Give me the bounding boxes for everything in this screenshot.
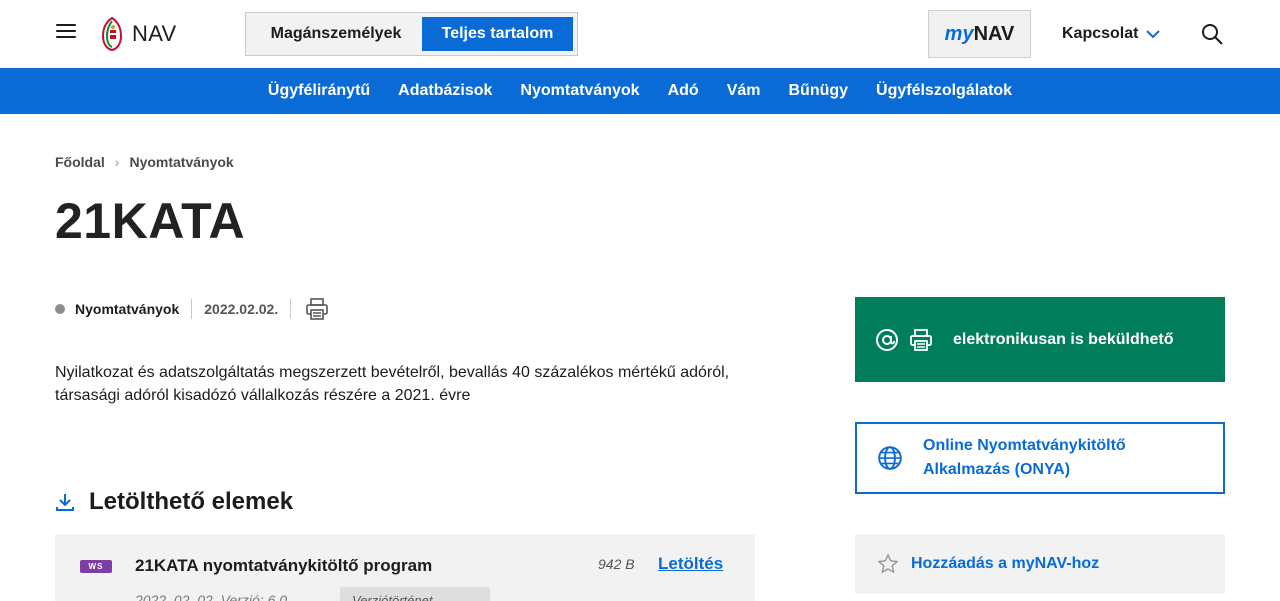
download-name: 21KATA nyomtatványkitöltő program [135, 556, 433, 575]
onya-line1: Online Nyomtatványkitöltő [923, 437, 1126, 454]
nav-vam[interactable]: Vám [727, 82, 761, 100]
electronic-submission-text: elektronikusan is beküldhető [953, 330, 1174, 348]
nav-bunugy[interactable]: Bűnügy [788, 82, 848, 100]
download-version: 2022. 02. 02. Verzió: 6.0 [135, 592, 288, 601]
audience-full-button[interactable]: Teljes tartalom [422, 17, 573, 51]
category-dot-icon [55, 304, 65, 314]
downloads-heading: Letölthető elemek [55, 488, 293, 516]
search-icon[interactable] [1200, 22, 1224, 46]
download-item: WS 21KATA nyomtatványkitöltő program 942… [55, 534, 755, 601]
nav-ugyfelszolgalatok[interactable]: Ügyfélszolgálatok [876, 82, 1012, 100]
downloads-title: Letölthető elemek [89, 488, 294, 515]
page-title: 21KATA [55, 193, 246, 249]
print-icon [910, 328, 932, 351]
breadcrumb-current[interactable]: Nyomtatványok [129, 154, 233, 170]
mynav-nav-text: NAV [973, 22, 1015, 45]
menu-icon[interactable] [56, 24, 76, 44]
nav-ado[interactable]: Adó [668, 82, 699, 100]
chevron-right-icon: › [114, 154, 120, 170]
mynav-my-text: my [944, 22, 974, 45]
onya-line2: Alkalmazás (ONYA) [923, 461, 1071, 478]
meta-divider [191, 299, 193, 319]
breadcrumb: Főoldal › Nyomtatványok [55, 154, 234, 170]
form-description: Nyilatkozat és adatszolgáltatás megszerz… [55, 364, 730, 404]
audience-switch: Magánszemélyek Teljes tartalom [245, 12, 578, 56]
chevron-down-icon [1146, 30, 1161, 39]
audience-private-button[interactable]: Magánszemélyek [250, 17, 422, 51]
publish-date: 2022.02.02. [204, 301, 279, 317]
site-header: NAV Magánszemélyek Teljes tartalom my NAV… [0, 0, 1280, 68]
download-icon [56, 494, 74, 511]
mynav-button[interactable]: my NAV [928, 10, 1031, 58]
at-sign-icon [876, 328, 898, 351]
nav-ugyfeliranytu[interactable]: Ügyféliránytű [268, 82, 370, 100]
page-meta: Nyomtatványok 2022.02.02. [55, 296, 329, 322]
meta-divider [290, 299, 292, 319]
contact-label: Kapcsolat [1062, 25, 1139, 42]
electronic-submission-box: elektronikusan is beküldhető [855, 297, 1225, 382]
logo-text: NAV [132, 21, 177, 46]
nav-logo[interactable]: NAV [100, 16, 177, 52]
star-icon [878, 554, 898, 573]
onya-link[interactable]: Online Nyomtatványkitöltő Alkalmazás (ON… [855, 422, 1225, 494]
version-history-button[interactable]: Verziótörténet [340, 587, 490, 601]
coat-of-arms-icon [101, 16, 123, 52]
ws-badge: WS [80, 560, 112, 573]
breadcrumb-home[interactable]: Főoldal [55, 154, 105, 170]
contact-dropdown[interactable]: Kapcsolat [1062, 22, 1161, 46]
add-to-mynav-label: Hozzáadás a myNAV-hoz [911, 555, 1100, 572]
main-navigation: Ügyféliránytű Adatbázisok Nyomtatványok … [0, 68, 1280, 114]
globe-icon [878, 446, 902, 470]
download-link[interactable]: Letöltés [658, 554, 723, 574]
category-label: Nyomtatványok [75, 301, 180, 317]
nav-adatbazisok[interactable]: Adatbázisok [398, 82, 492, 100]
download-size: 942 B [598, 556, 635, 572]
print-icon[interactable] [305, 297, 329, 321]
add-to-mynav-button[interactable]: Hozzáadás a myNAV-hoz [855, 534, 1225, 594]
nav-nyomtatvanyok[interactable]: Nyomtatványok [520, 82, 639, 100]
